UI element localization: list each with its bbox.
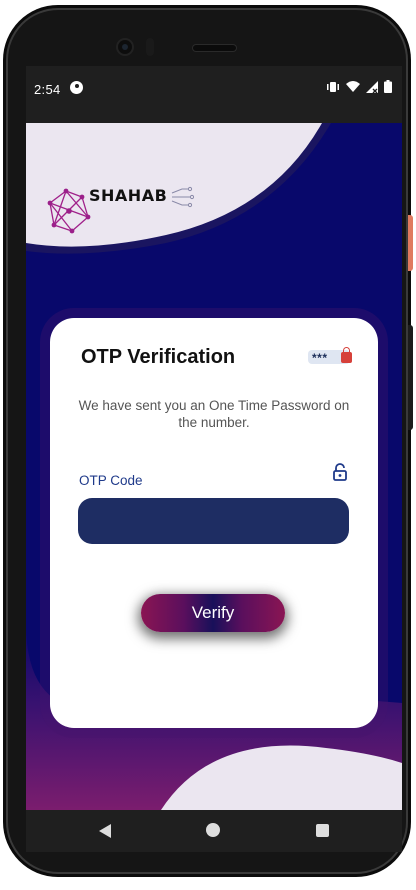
signal-icon xyxy=(366,80,378,93)
password-badge-icon: *** xyxy=(308,347,352,365)
lock-icon xyxy=(333,463,347,481)
navigation-bar xyxy=(26,810,402,852)
battery-icon xyxy=(384,80,392,93)
phone-frame: 2:54 SHAHAB OTP Verification *** We have… xyxy=(6,8,408,874)
power-button xyxy=(408,215,413,271)
brand-name: SHAHAB xyxy=(89,186,168,205)
verify-button[interactable]: Verify xyxy=(141,594,285,632)
status-time: 2:54 xyxy=(34,82,61,97)
proximity-sensor xyxy=(146,38,154,56)
screen: 2:54 SHAHAB OTP Verification *** We have… xyxy=(26,66,402,852)
home-icon[interactable] xyxy=(206,823,220,837)
front-camera xyxy=(118,40,132,54)
password-badge-text: *** xyxy=(312,351,328,365)
status-bar: 2:54 xyxy=(26,66,402,123)
app-notification-icon xyxy=(70,81,83,94)
card-title: OTP Verification xyxy=(81,346,236,368)
status-icons xyxy=(326,80,392,93)
otp-input[interactable] xyxy=(78,498,349,544)
card-subtitle: We have sent you an One Time Password on… xyxy=(78,398,350,430)
wifi-icon xyxy=(346,80,360,92)
otp-label: OTP Code xyxy=(79,473,143,488)
verify-button-shadow: Verify xyxy=(141,594,285,632)
volume-button xyxy=(408,325,413,430)
earpiece-speaker xyxy=(193,45,236,51)
recents-icon[interactable] xyxy=(316,824,329,837)
vibrate-icon xyxy=(327,81,339,92)
app-content: SHAHAB OTP Verification *** We have sent… xyxy=(26,123,402,810)
back-icon[interactable] xyxy=(98,823,112,839)
otp-card: OTP Verification *** We have sent you an… xyxy=(50,318,378,728)
badge-lock-icon xyxy=(341,347,352,363)
